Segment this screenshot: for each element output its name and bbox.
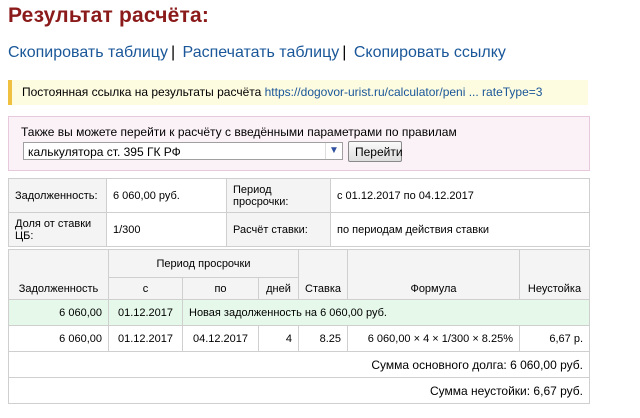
header-formula: Формула (347, 249, 520, 300)
header-penalty: Неустойка (519, 249, 590, 300)
copy-link-link[interactable]: Скопировать ссылку (354, 44, 506, 61)
permalink-box: Постоянная ссылка на результаты расчёта … (8, 80, 588, 105)
rate-calc-label: Расчёт ставки: (226, 212, 331, 247)
row-days: 4 (258, 325, 299, 352)
debt-value: 6 060,00 руб. (106, 178, 227, 213)
table-row: 6 060,00 01.12.2017 04.12.2017 4 8.25 6 … (8, 325, 590, 352)
new-debt-date: 01.12.2017 (108, 299, 183, 326)
share-value: 1/300 (106, 212, 227, 247)
copy-table-link[interactable]: Скопировать таблицу (8, 44, 168, 61)
separator: | (342, 44, 347, 61)
page-title: Результат расчёта: (8, 4, 210, 27)
calculator-select-value: калькулятора ст. 395 ГК РФ (28, 145, 181, 159)
debt-label: Задолженность: (8, 178, 107, 213)
row-formula: 6 060,00 × 4 × 1/300 × 8.25% (347, 325, 520, 352)
new-debt-note: Новая задолженность на 6 060,00 руб. (182, 299, 590, 326)
header-from: с (108, 277, 183, 300)
rules-box: Также вы можете перейти к расчёту с введ… (8, 116, 590, 171)
penalty-sum: Сумма неустойки: 6,67 руб. (8, 377, 590, 404)
chevron-down-icon[interactable]: ▼ (325, 143, 342, 159)
header-days: дней (258, 277, 299, 300)
new-debt-row: 6 060,00 01.12.2017 Новая задолженность … (8, 299, 590, 326)
period-value: с 01.12.2017 по 04.12.2017 (330, 178, 590, 213)
header-period: Период просрочки (108, 249, 299, 278)
header-to: по (182, 277, 259, 300)
rules-text: Также вы можете перейти к расчёту с введ… (21, 125, 457, 139)
actions-bar: Скопировать таблицу | Распечатать таблицу… (8, 44, 506, 62)
permalink-url[interactable]: https://dogovor-urist.ru/calculator/peni… (265, 85, 543, 99)
row-to: 04.12.2017 (182, 325, 259, 352)
calculation-table: Задолженность Период просрочки Ставка Фо… (8, 249, 590, 404)
row-from: 01.12.2017 (108, 325, 183, 352)
principal-sum-row: Сумма основного долга: 6 060,00 руб. (8, 351, 590, 378)
calculator-select[interactable]: калькулятора ст. 395 ГК РФ ▼ (23, 142, 343, 160)
period-label: Период просрочки: (226, 178, 331, 213)
separator: | (170, 44, 176, 61)
row-rate: 8.25 (298, 325, 348, 352)
header-debt: Задолженность (8, 249, 109, 300)
row-amount: 6 060,00 (8, 325, 109, 352)
permalink-label: Постоянная ссылка на результаты расчёта (22, 85, 262, 99)
go-button[interactable]: Перейти (348, 141, 403, 162)
header-rate: Ставка (298, 249, 348, 300)
info-table: Задолженность: 6 060,00 руб. Период прос… (8, 178, 590, 247)
rate-calc-value: по периодам действия ставки (330, 212, 590, 247)
penalty-sum-row: Сумма неустойки: 6,67 руб. (8, 377, 590, 404)
new-debt-amount: 6 060,00 (8, 299, 109, 326)
share-label: Доля от ставки ЦБ: (8, 212, 107, 247)
row-penalty: 6,67 р. (519, 325, 590, 352)
print-table-link[interactable]: Распечатать таблицу (183, 44, 340, 61)
principal-sum: Сумма основного долга: 6 060,00 руб. (8, 351, 590, 378)
